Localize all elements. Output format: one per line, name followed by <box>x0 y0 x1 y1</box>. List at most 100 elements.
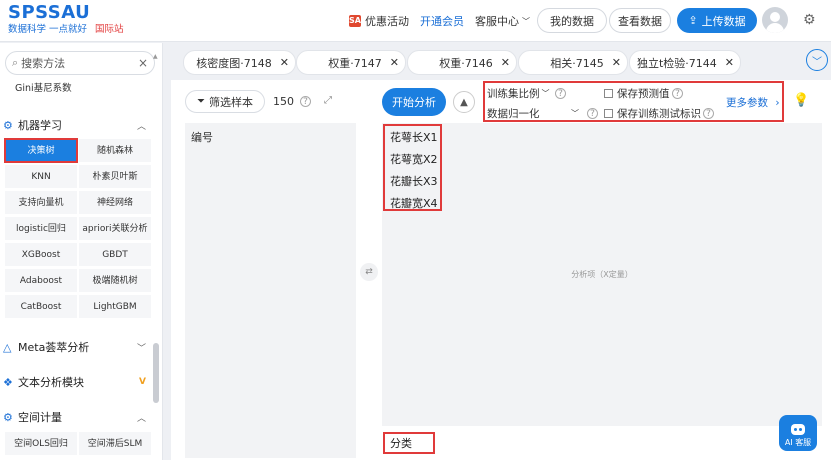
top-header: SPSSAU 数据科学 一点就好 国际站 SAU 优惠活动 开通会员 客服中心 ﹀… <box>0 0 831 42</box>
y-class-dropzone[interactable]: 分类 <box>383 432 435 454</box>
method-catboost[interactable]: CatBoost <box>5 295 77 318</box>
method-svm[interactable]: 支持向量机 <box>5 191 77 214</box>
selected-variables: 花萼长X1 花萼宽X2 花瓣长X3 花瓣宽X4 <box>383 124 442 211</box>
help-icon[interactable]: ? <box>555 88 566 99</box>
list-item[interactable]: 花瓣长X3 <box>390 173 438 189</box>
ml-method-grid: 决策树 随机森林 KNN 朴素贝叶斯 支持向量机 神经网络 logistic回归… <box>4 138 151 318</box>
help-icon[interactable]: ? <box>587 108 598 119</box>
ml-icon: ⚙ <box>3 118 13 132</box>
method-spatial-ols[interactable]: 空间OLS回归 <box>5 432 77 455</box>
close-icon[interactable]: ✕ <box>501 56 510 69</box>
logo-slogan: 数据科学 一点就好 <box>8 24 88 35</box>
upload-icon: ⇪ <box>688 14 698 27</box>
more-params-link[interactable]: 更多参数 › <box>726 95 780 110</box>
logo-text: SPSSAU <box>8 2 91 23</box>
method-gbdt[interactable]: GBDT <box>79 243 151 266</box>
variable-list: 编号 <box>185 123 356 458</box>
method-apriori[interactable]: apriori关联分析 <box>79 217 151 240</box>
method-naive-bayes[interactable]: 朴素贝叶斯 <box>79 165 151 188</box>
triangle-icon: △ <box>3 340 12 354</box>
intl-site-link[interactable]: 国际站 <box>95 24 124 35</box>
chevron-down-icon: ﹀ <box>522 16 530 26</box>
view-data-button[interactable]: 查看数据 <box>609 8 671 33</box>
sidebar: ⌕ × ▲ Gini基尼系数 ⚙ 机器学习 ︿ 决策树 随机森林 KNN 朴素贝… <box>0 43 163 460</box>
list-item[interactable]: 花萼长X1 <box>390 129 438 145</box>
parameter-panel: 训练集比例 ﹀ ? 数据归一化 ﹀ ? 保存预测值 ? 保存训练测试标识 ? 更… <box>483 81 784 122</box>
tab-7144[interactable]: 独立t检验·7144 ✕ <box>629 50 741 75</box>
search-icon: ⌕ <box>12 56 19 69</box>
chevron-up-icon: ︿ <box>136 121 146 132</box>
scroll-up-arrow[interactable]: ▲ <box>153 53 158 60</box>
chevron-down-icon: ﹀ <box>136 343 146 354</box>
upload-data-button[interactable]: ⇪ 上传数据 <box>677 8 757 33</box>
method-decision-tree[interactable]: 决策树 <box>4 138 78 163</box>
section-machine-learning[interactable]: ⚙ 机器学习 ︿ <box>0 115 152 135</box>
sample-count: 150 <box>273 95 294 108</box>
x-analysis-dropzone[interactable]: 花萼长X1 花萼宽X2 花瓣长X3 花瓣宽X4 分析项（X定量） <box>382 123 822 426</box>
tab-7147[interactable]: 权重·7147 ✕ <box>296 50 406 75</box>
my-data-button[interactable]: 我的数据 <box>537 8 607 33</box>
close-icon[interactable]: ✕ <box>725 56 734 69</box>
filter-sample-button[interactable]: ⏷ 筛选样本 <box>185 90 265 113</box>
v-badge-icon: V <box>139 377 146 387</box>
help-icon[interactable]: ? <box>672 88 683 99</box>
list-item[interactable]: 花瓣宽X4 <box>390 195 438 211</box>
chevron-right-icon: › <box>775 97 780 109</box>
method-xgboost[interactable]: XGBoost <box>5 243 77 266</box>
close-icon[interactable]: ✕ <box>612 56 621 69</box>
close-icon[interactable]: × <box>138 56 148 70</box>
normalize-select[interactable]: 数据归一化 ﹀ <box>487 106 579 121</box>
chevron-down-icon: ﹀ <box>541 89 550 98</box>
tab-7148[interactable]: 核密度图·7148 ✕ <box>183 50 296 75</box>
method-spatial-slm[interactable]: 空间滞后SLM <box>79 432 151 455</box>
chevron-down-icon: ﹀ <box>571 109 579 118</box>
method-knn[interactable]: KNN <box>5 165 77 188</box>
section-meta-analysis[interactable]: △ Meta荟萃分析 ﹀ <box>0 337 152 357</box>
method-logistic[interactable]: logistic回归 <box>5 217 77 240</box>
close-icon[interactable]: ✕ <box>390 56 399 69</box>
search-input[interactable] <box>21 56 132 70</box>
start-analysis-button[interactable]: 开始分析 <box>382 88 446 116</box>
logo[interactable]: SPSSAU 数据科学 一点就好 国际站 <box>8 3 124 36</box>
expand-icon[interactable]: ⤢ <box>324 95 332 106</box>
method-lightgbm[interactable]: LightGBM <box>79 295 151 318</box>
gear-icon[interactable]: ⚙ <box>803 12 816 28</box>
robot-icon <box>791 424 805 435</box>
method-neural-network[interactable]: 神经网络 <box>79 191 151 214</box>
promo-link[interactable]: SAU 优惠活动 <box>349 0 409 42</box>
section-spatial[interactable]: ⚙ 空间计量 ︿ <box>0 407 152 427</box>
section-text-analysis[interactable]: ❖ 文本分析模块 V <box>0 372 152 392</box>
avatar[interactable] <box>762 7 788 33</box>
method-search: ⌕ × <box>5 51 155 75</box>
save-split-flag-checkbox[interactable]: 保存训练测试标识 <box>604 106 701 121</box>
vip-link[interactable]: 开通会员 <box>420 0 464 42</box>
chevron-up-icon: ︿ <box>136 413 146 424</box>
method-adaboost[interactable]: Adaboost <box>5 269 77 292</box>
dropzone-placeholder: 分析项（X定量） <box>571 270 633 279</box>
analysis-panel: ⏷ 筛选样本 150 ? ⤢ 开始分析 ▲ 训练集比例 ﹀ ? 数据归一化 ﹀ … <box>171 80 831 460</box>
support-center-menu[interactable]: 客服中心 ﹀ <box>475 0 530 42</box>
warning-triangle-icon[interactable]: ▲ <box>453 91 475 113</box>
spatial-method-grid: 空间OLS回归 空间滞后SLM <box>5 432 151 455</box>
chevron-down-icon[interactable]: ﹀ <box>806 49 828 71</box>
help-icon[interactable]: ? <box>703 108 714 119</box>
history-tabs: 核密度图·7148 ✕ 权重·7147 ✕ 权重·7146 ✕ 相关·7145 … <box>170 47 831 77</box>
lightbulb-icon[interactable]: 💡 <box>793 93 809 108</box>
network-icon: ❖ <box>3 375 13 389</box>
train-ratio-select[interactable]: 训练集比例 ﹀ <box>487 86 550 101</box>
method-extra-trees[interactable]: 极端随机树 <box>79 269 151 292</box>
method-random-forest[interactable]: 随机森林 <box>79 139 151 162</box>
ai-support-button[interactable]: AI 客服 <box>779 415 817 451</box>
sidebar-scrollbar[interactable] <box>153 343 159 403</box>
list-item[interactable]: 花萼宽X2 <box>390 151 438 167</box>
save-prediction-checkbox[interactable]: 保存预测值 <box>604 86 670 101</box>
filter-icon: ⏷ <box>197 96 205 107</box>
tab-7146[interactable]: 权重·7146 ✕ <box>407 50 517 75</box>
spatial-icon: ⚙ <box>3 410 13 424</box>
close-icon[interactable]: ✕ <box>280 56 289 69</box>
column-header-id[interactable]: 编号 <box>191 129 213 145</box>
sidebar-item-gini[interactable]: Gini基尼系数 <box>15 80 72 94</box>
tab-7145[interactable]: 相关·7145 ✕ <box>518 50 628 75</box>
swap-icon[interactable]: ⇄ <box>360 263 378 281</box>
help-icon[interactable]: ? <box>300 96 311 107</box>
